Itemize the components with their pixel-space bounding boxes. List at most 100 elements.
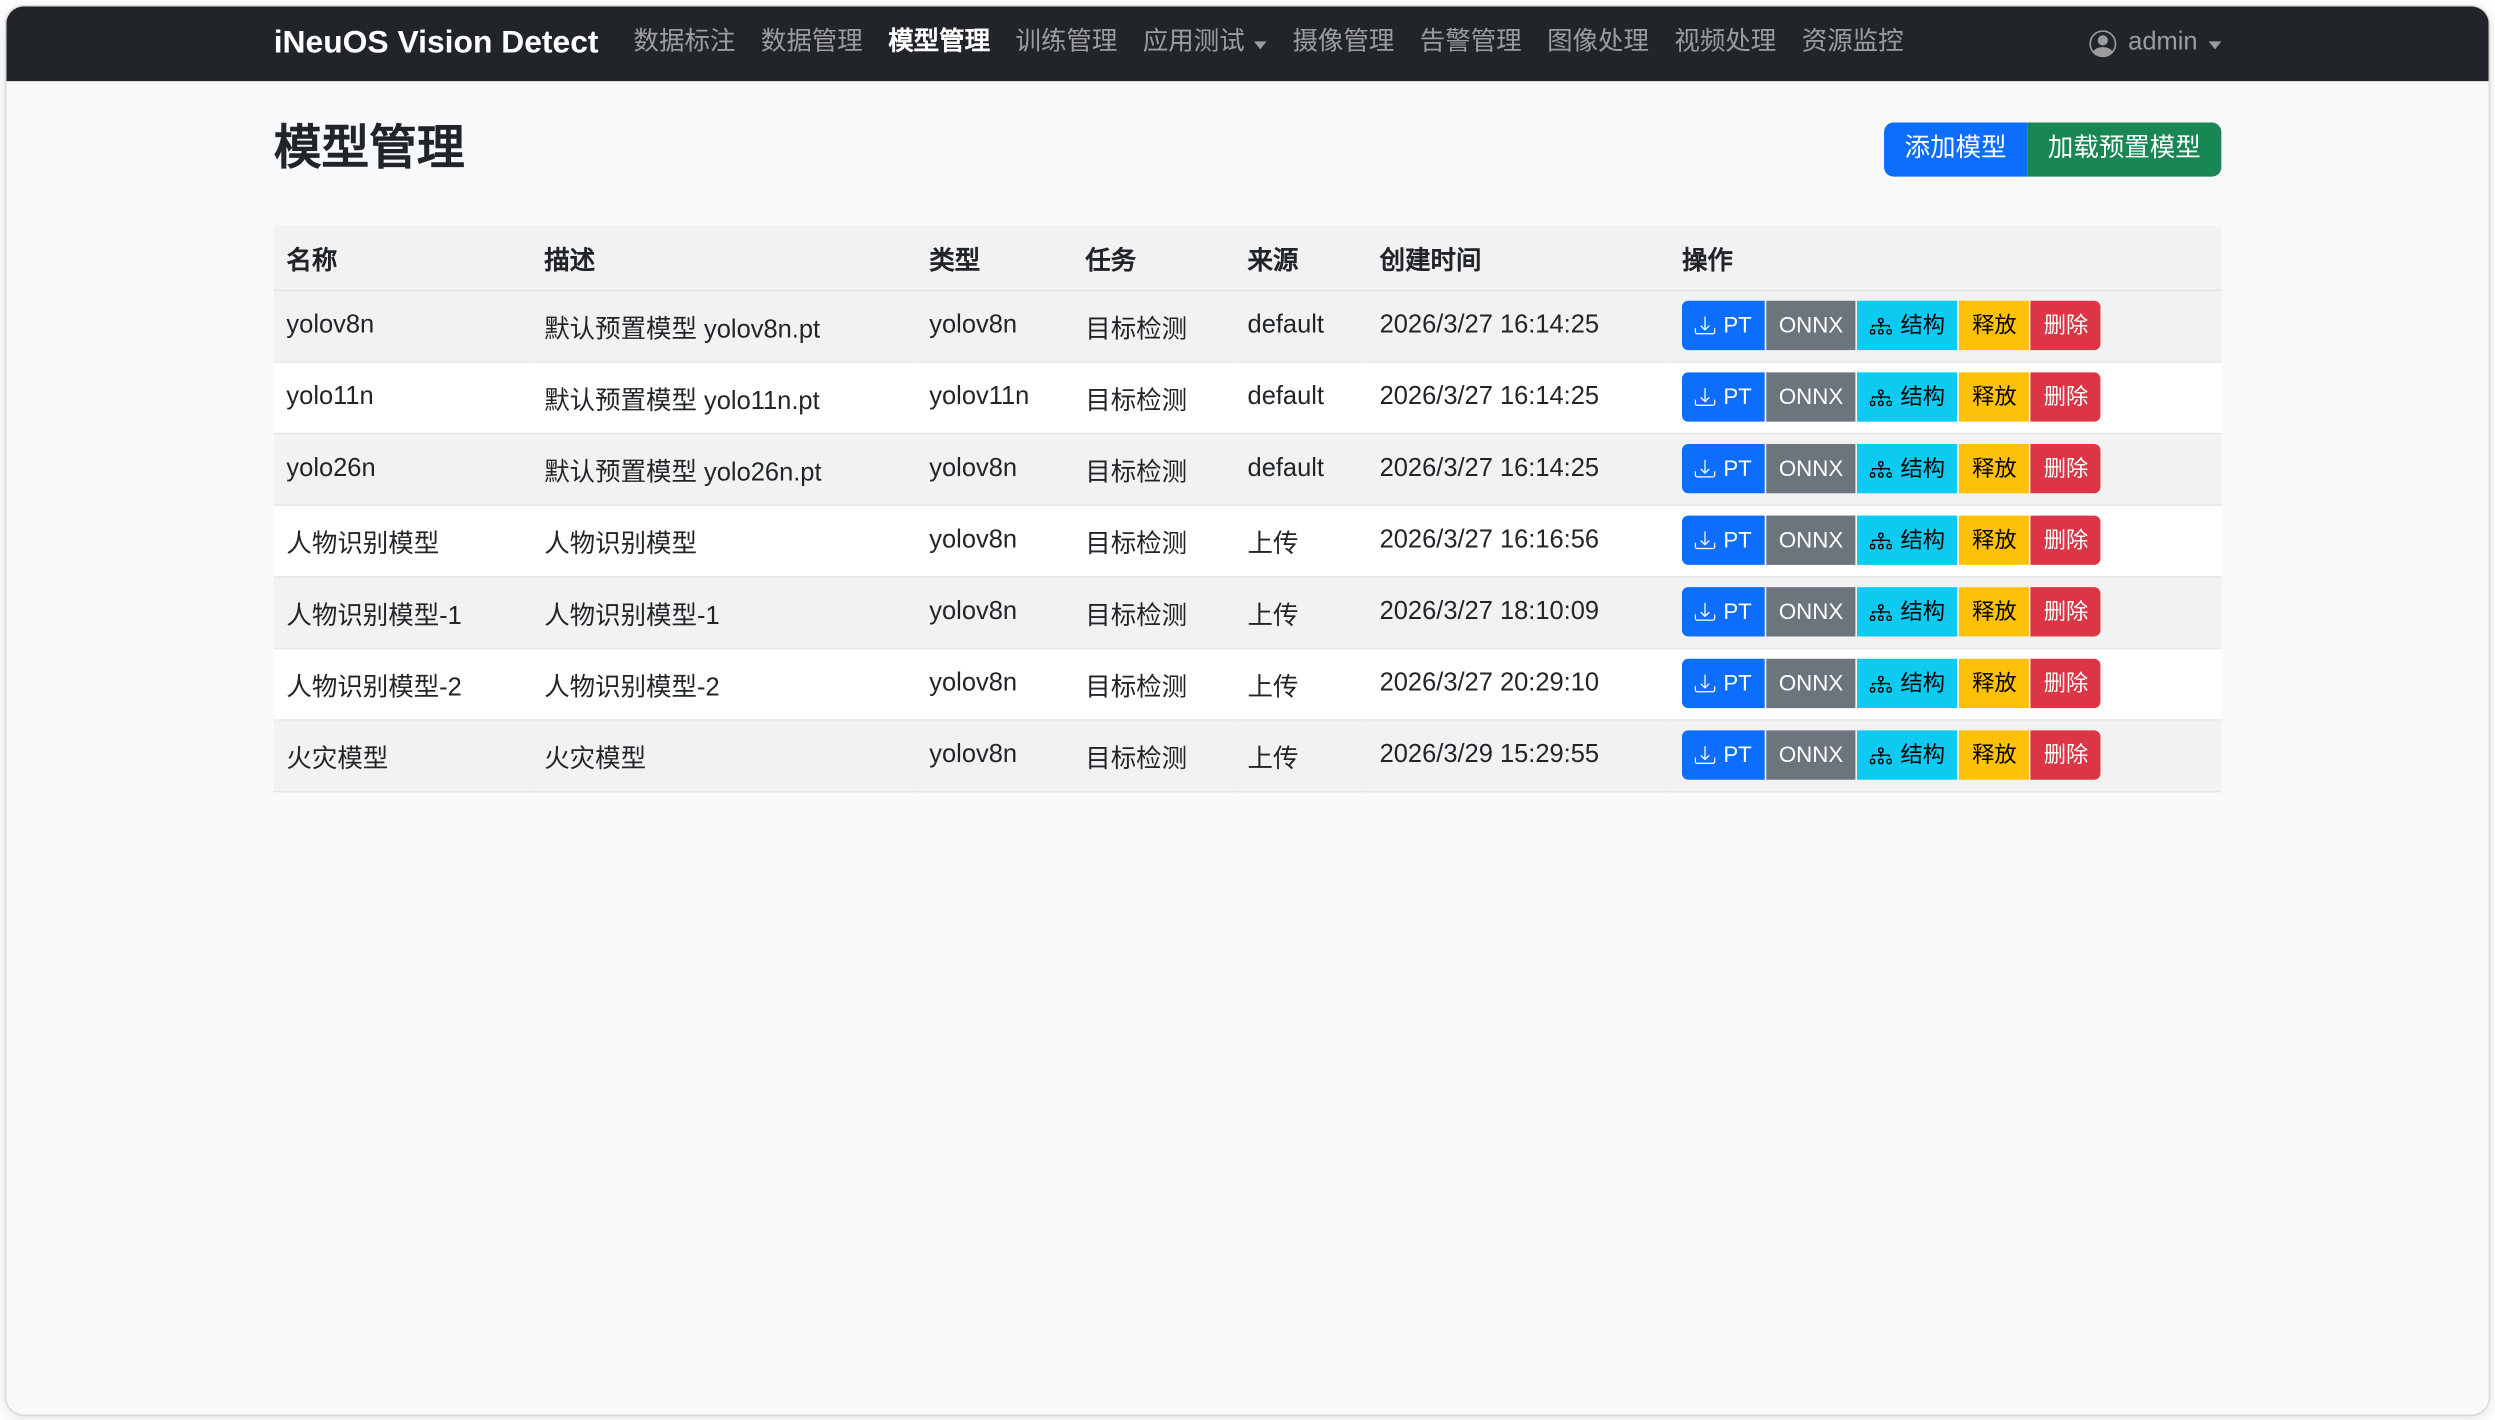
download-pt-button[interactable]: PT	[1682, 372, 1765, 421]
cell-source: default	[1235, 433, 1367, 505]
diagram-icon	[1870, 601, 1892, 623]
cell-type: yolov8n	[917, 504, 1073, 576]
load-preset-model-button[interactable]: 加载预置模型	[2027, 122, 2221, 176]
cell-name: yolo26n	[274, 433, 532, 505]
table-row: yolo26n 默认预置模型 yolo26n.pt yolov8n 目标检测 d…	[274, 433, 2222, 505]
nav-item-model-management[interactable]: 模型管理	[875, 18, 1002, 69]
delete-button[interactable]: 删除	[2031, 301, 2101, 350]
column-header-actions: 操作	[1669, 225, 2221, 289]
cell-type: yolov8n	[917, 576, 1073, 648]
nav-links: 数据标注 数据管理 模型管理 训练管理 应用测试 摄像管理 告警管理 图像处理 …	[621, 18, 2090, 69]
nav-item-label: 图像处理	[1547, 24, 1649, 62]
delete-button[interactable]: 删除	[2031, 659, 2101, 708]
download-pt-button[interactable]: PT	[1682, 659, 1765, 708]
download-icon	[1695, 745, 1716, 766]
structure-button[interactable]: 结构	[1858, 372, 1958, 421]
onnx-button[interactable]: ONNX	[1766, 730, 1856, 779]
cell-task: 目标检测	[1073, 719, 1235, 791]
download-pt-button[interactable]: PT	[1682, 516, 1765, 565]
nav-item-resource-monitoring[interactable]: 资源监控	[1789, 18, 1916, 69]
download-pt-button[interactable]: PT	[1682, 730, 1765, 779]
onnx-button[interactable]: ONNX	[1766, 587, 1856, 636]
structure-button[interactable]: 结构	[1858, 730, 1958, 779]
nav-item-image-processing[interactable]: 图像处理	[1534, 18, 1661, 69]
nav-item-training-management[interactable]: 训练管理	[1003, 18, 1130, 69]
user-menu[interactable]: admin	[2090, 29, 2221, 58]
release-button[interactable]: 释放	[1959, 301, 2029, 350]
download-icon	[1695, 601, 1716, 622]
onnx-button[interactable]: ONNX	[1766, 372, 1856, 421]
delete-button[interactable]: 删除	[2031, 372, 2101, 421]
brand-logo[interactable]: iNeuOS Vision Detect	[274, 25, 599, 62]
release-button-label: 释放	[1972, 524, 2017, 557]
nav-item-alert-management[interactable]: 告警管理	[1407, 18, 1534, 69]
structure-button[interactable]: 结构	[1858, 444, 1958, 493]
cell-desc: 人物识别模型-2	[531, 648, 916, 720]
onnx-button-label: ONNX	[1779, 309, 1843, 342]
nav-item-data-annotation[interactable]: 数据标注	[621, 18, 748, 69]
delete-button[interactable]: 删除	[2031, 516, 2101, 565]
release-button-label: 释放	[1972, 309, 2017, 342]
cell-source: 上传	[1235, 648, 1367, 720]
structure-button[interactable]: 结构	[1858, 659, 1958, 708]
row-action-group: PT ONNX 结构 释放 删除	[1682, 301, 2209, 350]
release-button[interactable]: 释放	[1959, 730, 2029, 779]
cell-actions: PT ONNX 结构 释放 删除	[1669, 576, 2221, 648]
cell-actions: PT ONNX 结构 释放 删除	[1669, 648, 2221, 720]
release-button[interactable]: 释放	[1959, 372, 2029, 421]
add-model-button[interactable]: 添加模型	[1884, 122, 2027, 176]
column-header-source: 来源	[1235, 225, 1367, 289]
download-pt-button[interactable]: PT	[1682, 301, 1765, 350]
pt-button-label: PT	[1723, 452, 1751, 485]
table-row: 人物识别模型-1 人物识别模型-1 yolov8n 目标检测 上传 2026/3…	[274, 576, 2222, 648]
cell-desc: 火灾模型	[531, 719, 916, 791]
main-content: 模型管理 添加模型 加载预置模型 名称 描述 类型 任务	[274, 120, 2222, 792]
release-button[interactable]: 释放	[1959, 659, 2029, 708]
diagram-icon	[1870, 386, 1892, 408]
onnx-button[interactable]: ONNX	[1766, 659, 1856, 708]
table-row: yolov8n 默认预置模型 yolov8n.pt yolov8n 目标检测 d…	[274, 290, 2222, 362]
pt-button-label: PT	[1723, 380, 1751, 413]
structure-button[interactable]: 结构	[1858, 587, 1958, 636]
download-pt-button[interactable]: PT	[1682, 587, 1765, 636]
structure-button-label: 结构	[1900, 738, 1945, 771]
delete-button-label: 删除	[2044, 667, 2089, 700]
diagram-icon	[1870, 314, 1892, 336]
nav-item-application-test[interactable]: 应用测试	[1130, 18, 1280, 69]
nav-item-camera-management[interactable]: 摄像管理	[1280, 18, 1407, 69]
cell-desc: 默认预置模型 yolov8n.pt	[531, 290, 916, 362]
delete-button[interactable]: 删除	[2031, 444, 2101, 493]
person-circle-icon	[2090, 30, 2117, 57]
row-action-group: PT ONNX 结构 释放 删除	[1682, 659, 2209, 708]
structure-button-label: 结构	[1900, 309, 1945, 342]
release-button[interactable]: 释放	[1959, 444, 2029, 493]
download-icon	[1695, 673, 1716, 694]
download-icon	[1695, 530, 1716, 551]
cell-source: default	[1235, 361, 1367, 433]
nav-item-label: 资源监控	[1802, 24, 1904, 62]
row-action-group: PT ONNX 结构 释放 删除	[1682, 516, 2209, 565]
cell-name: 人物识别模型-2	[274, 648, 532, 720]
onnx-button[interactable]: ONNX	[1766, 444, 1856, 493]
chevron-down-icon	[1254, 41, 1267, 49]
delete-button-label: 删除	[2044, 309, 2089, 342]
release-button[interactable]: 释放	[1959, 587, 2029, 636]
onnx-button-label: ONNX	[1779, 738, 1843, 771]
onnx-button[interactable]: ONNX	[1766, 516, 1856, 565]
release-button[interactable]: 释放	[1959, 516, 2029, 565]
delete-button-label: 删除	[2044, 524, 2089, 557]
navbar: iNeuOS Vision Detect 数据标注 数据管理 模型管理 训练管理…	[6, 6, 2488, 80]
release-button-label: 释放	[1972, 738, 2017, 771]
nav-item-label: 应用测试	[1143, 24, 1245, 62]
structure-button[interactable]: 结构	[1858, 516, 1958, 565]
onnx-button[interactable]: ONNX	[1766, 301, 1856, 350]
cell-name: 人物识别模型	[274, 504, 532, 576]
download-pt-button[interactable]: PT	[1682, 444, 1765, 493]
structure-button[interactable]: 结构	[1858, 301, 1958, 350]
delete-button[interactable]: 删除	[2031, 730, 2101, 779]
structure-button-label: 结构	[1900, 524, 1945, 557]
release-button-label: 释放	[1972, 595, 2017, 628]
delete-button[interactable]: 删除	[2031, 587, 2101, 636]
nav-item-video-processing[interactable]: 视频处理	[1662, 18, 1789, 69]
nav-item-data-management[interactable]: 数据管理	[748, 18, 875, 69]
